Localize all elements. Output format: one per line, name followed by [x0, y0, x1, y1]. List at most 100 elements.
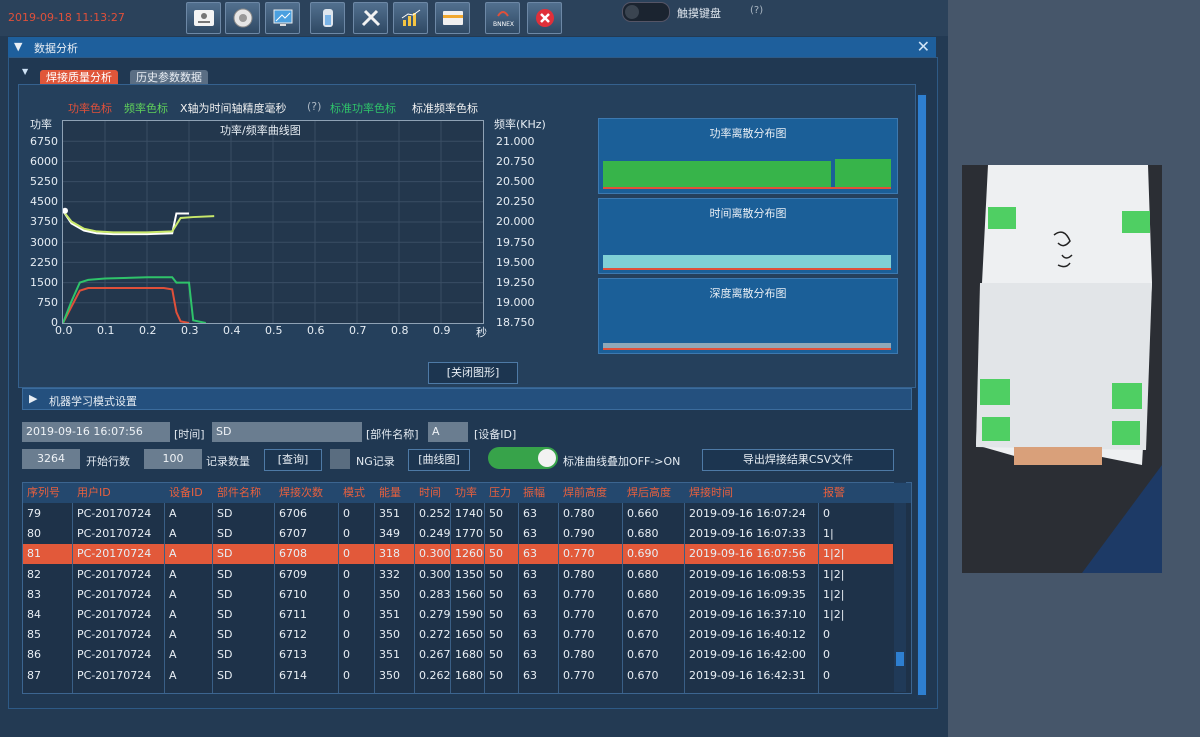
ml-settings-title: 机器学习模式设置: [49, 395, 137, 408]
column-header[interactable]: 报警: [819, 483, 893, 503]
brand-logo-icon: BNNEX: [493, 11, 514, 28]
table-cell: 2019-09-16 16:09:35: [689, 587, 806, 601]
table-cell: 2019-09-16 16:42:31: [689, 668, 806, 682]
column-header[interactable]: 部件名称: [213, 483, 275, 503]
standard-curve-overlay-toggle[interactable]: [488, 447, 558, 469]
table-cell: 0: [343, 587, 350, 601]
statistics-button[interactable]: [393, 2, 428, 34]
keyboard-help-icon[interactable]: (?): [750, 5, 763, 16]
column-separator: [450, 483, 451, 693]
table-cell: SD: [217, 608, 233, 621]
settings-dial-button[interactable]: [225, 2, 260, 34]
table-cell: SD: [217, 527, 233, 541]
scroll-thumb[interactable]: [896, 652, 904, 666]
column-header[interactable]: 焊接时间: [685, 483, 819, 503]
table-row[interactable]: 84 PC-20170724 A SD 6711 0 351 0.279 1590 50 63 0.7…: [23, 605, 893, 625]
table-cell: 0.300: [419, 547, 451, 561]
legend-std-power: 标准功率色标: [330, 102, 396, 115]
panel-title: 数据分析: [34, 42, 78, 55]
table-row[interactable]: 87 PC-20170724 A SD 6714 0 350 0.262 1680 50 63 0.7…: [23, 666, 893, 686]
exit-button[interactable]: [527, 2, 562, 34]
table-cell: 0.780: [563, 507, 595, 520]
datetime-display: 2019-09-18 11:13:27: [8, 11, 125, 24]
table-row[interactable]: 80 PC-20170724 A SD 6707 0 349 0.249 1770 50 63 0.7…: [23, 524, 893, 544]
y2-axis-label: 频率(KHz): [494, 118, 546, 131]
chart-svg: [62, 121, 483, 324]
part-name-label: [部件名称]: [366, 428, 419, 441]
curve-chart-button[interactable]: [曲线图]: [408, 449, 470, 471]
panel-scrollbar[interactable]: [917, 93, 927, 699]
table-cell: 0.770: [563, 587, 595, 601]
table-cell: PC-20170724: [77, 648, 152, 662]
table-cell: 6707: [279, 527, 307, 541]
column-header[interactable]: 设备ID: [165, 483, 213, 503]
column-separator: [558, 483, 559, 693]
part-name-field[interactable]: SD: [212, 422, 362, 442]
start-row-field[interactable]: 3264: [22, 449, 80, 469]
series-start-marker: [62, 207, 68, 214]
column-header[interactable]: 用户ID: [73, 483, 165, 503]
tools-icon: [361, 9, 380, 27]
column-header[interactable]: 能量: [375, 483, 415, 503]
table-row[interactable]: 82 PC-20170724 A SD 6709 0 332 0.300 1350 50 63 0.7…: [23, 565, 893, 585]
table-row[interactable]: 86 PC-20170724 A SD 6713 0 351 0.267 1680 50 63 0.7…: [23, 645, 893, 665]
card-button[interactable]: [435, 2, 470, 34]
ng-records-checkbox[interactable]: [330, 449, 350, 469]
column-header[interactable]: 焊前高度: [559, 483, 623, 503]
record-count-field[interactable]: 100: [144, 449, 202, 469]
column-separator: [274, 483, 275, 693]
table-cell: 50: [489, 668, 503, 682]
y2-tick-label: 20.250: [496, 195, 535, 209]
time-field[interactable]: 2019-09-16 16:07:56: [22, 422, 170, 442]
tank-button[interactable]: [310, 2, 345, 34]
series-line: [62, 276, 207, 324]
table-row[interactable]: 79 PC-20170724 A SD 6706 0 351 0.252 1740 50 63 0.7…: [23, 504, 893, 524]
brand-logo-button[interactable]: BNNEX: [485, 2, 520, 34]
collapse-triangle-icon[interactable]: ▼: [14, 40, 22, 53]
legend-help-icon[interactable]: (?): [307, 100, 321, 113]
column-header[interactable]: 焊后高度: [623, 483, 685, 503]
scroll-thumb[interactable]: [918, 95, 926, 695]
column-header[interactable]: 时间: [415, 483, 451, 503]
device-id-label: [设备ID]: [474, 428, 517, 441]
table-cell: 85: [27, 628, 41, 642]
column-separator: [72, 483, 73, 693]
table-cell: 0.770: [563, 608, 595, 621]
device-id-field[interactable]: A: [428, 422, 468, 442]
table-cell: 6706: [279, 507, 307, 520]
panel-close-icon[interactable]: ✕: [917, 37, 930, 56]
id-card-button[interactable]: [186, 2, 221, 34]
column-header[interactable]: 功率: [451, 483, 485, 503]
table-cell: 2019-09-16 16:37:10: [689, 608, 806, 621]
table-cell: 0.790: [563, 527, 595, 541]
table-cell: 0.272: [419, 628, 451, 642]
column-header[interactable]: 振幅: [519, 483, 559, 503]
column-header[interactable]: 焊接次数: [275, 483, 339, 503]
table-cell: PC-20170724: [77, 567, 152, 581]
table-cell: 6712: [279, 628, 307, 642]
close-chart-button[interactable]: [关闭图形]: [428, 362, 518, 384]
selected-table-row[interactable]: 81 PC-20170724 A SD 6708 0 318 0.300 1260 50 63 0.7…: [23, 544, 893, 565]
ml-settings-section[interactable]: ▶ 机器学习模式设置: [22, 388, 912, 410]
table-scrollbar[interactable]: [894, 482, 906, 692]
column-header[interactable]: 模式: [339, 483, 375, 503]
query-button[interactable]: [查询]: [264, 449, 322, 471]
table-row[interactable]: 83 PC-20170724 A SD 6710 0 350 0.283 1560 50 63 0.7…: [23, 585, 893, 605]
table-cell: 0.670: [627, 608, 659, 621]
table-cell: 351: [379, 648, 400, 662]
column-header[interactable]: 压力: [485, 483, 519, 503]
touch-keyboard-toggle[interactable]: [622, 2, 670, 22]
expand-triangle-icon[interactable]: ▶: [29, 392, 37, 405]
table-row[interactable]: 85 PC-20170724 A SD 6712 0 350 0.272 1650 50 63 0.7…: [23, 625, 893, 645]
tab-collapse-icon[interactable]: ▼: [22, 67, 28, 76]
gear-dial-icon: [233, 8, 252, 28]
export-csv-button[interactable]: 导出焊接结果CSV文件: [702, 449, 894, 471]
table-cell: 6710: [279, 587, 307, 601]
table-cell: 0.770: [563, 547, 595, 561]
table-cell: A: [169, 628, 177, 642]
column-separator: [374, 483, 375, 693]
monitor-button[interactable]: [265, 2, 300, 34]
column-header[interactable]: 序列号: [23, 483, 73, 503]
tools-button[interactable]: [353, 2, 388, 34]
y-tick-label: 4500: [30, 195, 58, 209]
